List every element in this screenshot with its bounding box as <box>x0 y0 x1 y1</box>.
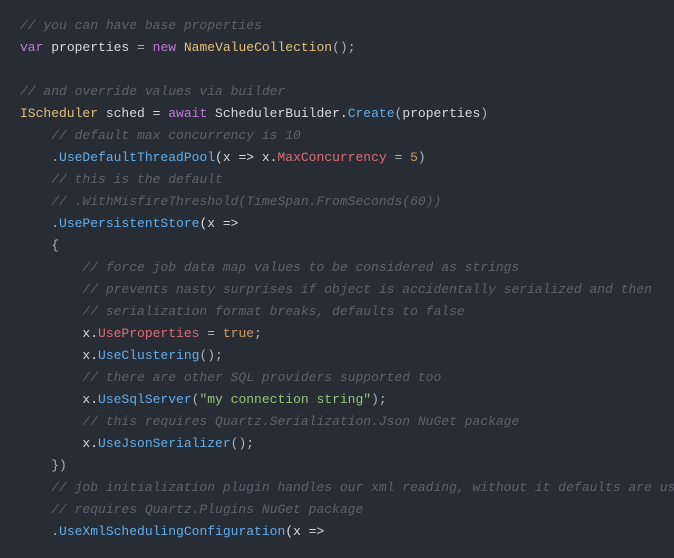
operator: = <box>199 326 222 341</box>
keyword-var: var <box>20 40 43 55</box>
punct: . <box>20 524 59 539</box>
comment: // this requires Quartz.Serialization.Js… <box>20 414 519 429</box>
method: UseXmlSchedulingConfiguration <box>59 524 285 539</box>
comment: // you can have base properties <box>20 18 262 33</box>
method: UseClustering <box>98 348 199 363</box>
punct: (); <box>199 348 222 363</box>
punct: . <box>20 216 59 231</box>
text: x. <box>20 392 98 407</box>
punct: ) <box>480 106 488 121</box>
type-name: IScheduler <box>20 106 98 121</box>
operator: = <box>387 150 410 165</box>
punct: ); <box>371 392 387 407</box>
boolean: true <box>223 326 254 341</box>
punct: (); <box>231 436 254 451</box>
comment: // requires Quartz.Plugins NuGet package <box>20 502 363 517</box>
method: UseJsonSerializer <box>98 436 231 451</box>
brace: }) <box>20 458 67 473</box>
number: 5 <box>410 150 418 165</box>
punct: ; <box>254 326 262 341</box>
comment: // force job data map values to be consi… <box>20 260 519 275</box>
brace: { <box>20 238 59 253</box>
property: MaxConcurrency <box>277 150 386 165</box>
punct: . <box>20 150 59 165</box>
comment: // serialization format breaks, defaults… <box>20 304 465 319</box>
property: UseProperties <box>98 326 199 341</box>
comment: // this is the default <box>20 172 223 187</box>
lambda: (x => x. <box>215 150 277 165</box>
punct: ) <box>418 150 426 165</box>
code-block: // you can have base properties var prop… <box>20 15 654 543</box>
text: x. <box>20 436 98 451</box>
arg: properties <box>402 106 480 121</box>
text: SchedulerBuilder. <box>207 106 347 121</box>
variable: sched = <box>98 106 168 121</box>
comment: // and override values via builder <box>20 84 285 99</box>
variable: properties <box>51 40 129 55</box>
method: UseSqlServer <box>98 392 192 407</box>
comment: // .WithMisfireThreshold(TimeSpan.FromSe… <box>20 194 441 209</box>
comment: // job initialization plugin handles our… <box>20 480 674 495</box>
punct: (); <box>332 40 355 55</box>
comment: // there are other SQL providers support… <box>20 370 441 385</box>
keyword-new: new <box>153 40 176 55</box>
operator: = <box>129 40 152 55</box>
lambda: (x => <box>285 524 324 539</box>
text: x. <box>20 348 98 363</box>
comment: // prevents nasty surprises if object is… <box>20 282 652 297</box>
text: x. <box>20 326 98 341</box>
method: UsePersistentStore <box>59 216 199 231</box>
keyword-await: await <box>168 106 207 121</box>
method-create: Create <box>348 106 395 121</box>
comment: // default max concurrency is 10 <box>20 128 301 143</box>
method: UseDefaultThreadPool <box>59 150 215 165</box>
string: "my connection string" <box>199 392 371 407</box>
type-name: NameValueCollection <box>184 40 332 55</box>
lambda: (x => <box>199 216 238 231</box>
